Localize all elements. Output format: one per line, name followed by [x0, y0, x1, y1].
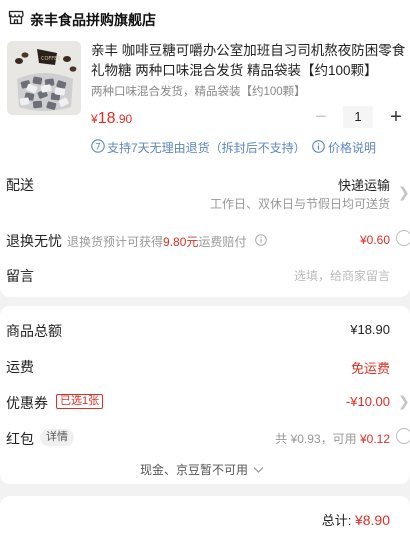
product-image[interactable]: COFFEE	[7, 41, 81, 115]
goods-total-label: 商品总额	[6, 323, 62, 339]
red-packet-label: 红包	[6, 431, 34, 447]
product-title[interactable]: 亲丰 咖啡豆糖可嚼办公室加班自习司机熬夜防困零食礼物糖 两种口味混合发货 精品袋…	[91, 41, 407, 81]
chevron-down-icon	[253, 467, 264, 473]
delivery-label: 配送	[6, 177, 34, 193]
red-packet-detail-button[interactable]: 详情	[40, 429, 74, 446]
coupon-value[interactable]: -¥10.00	[346, 394, 390, 409]
order-total-value: ¥8.90	[354, 512, 390, 528]
seven-day-return-icon-label: 7	[95, 142, 101, 152]
info-icon	[312, 140, 325, 153]
message-label: 留言	[6, 268, 34, 284]
product-spec[interactable]: 两种口味混合发货，精品袋装【约100颗】	[91, 83, 306, 99]
seven-day-return-icon: 7	[91, 139, 105, 153]
red-packet-info: 共 ¥0.93，可用 ¥0.12	[275, 430, 390, 447]
return-desc-amount: 9.80元	[163, 235, 199, 249]
order-total: 总计: ¥8.90	[322, 510, 390, 529]
quantity-input[interactable]: 1	[343, 106, 373, 128]
order-total-card: 总计: ¥8.90	[0, 496, 410, 543]
coupon-selected-badge[interactable]: 已选1张	[56, 394, 104, 409]
order-total-label: 总计:	[321, 513, 352, 528]
coupon-label: 优惠券	[6, 395, 48, 411]
price-integer: 18	[97, 110, 116, 127]
delivery-chevron-icon[interactable]: ❯	[398, 184, 410, 201]
product-price: ¥18.90	[91, 110, 132, 128]
decrease-quantity-button[interactable]: −	[307, 103, 335, 131]
price-explanation-link[interactable]: 价格说明	[328, 139, 376, 156]
return-service-price: ¥0.60	[359, 233, 390, 247]
return-service-checkbox[interactable]	[396, 230, 410, 246]
price-decimal: .90	[115, 112, 133, 126]
return-service-label: 退换无忧	[6, 233, 62, 249]
return-info-icon[interactable]	[255, 234, 267, 246]
goods-total-value: ¥18.90	[350, 322, 390, 337]
return-desc-prefix: 退换货预计可获得	[67, 235, 164, 249]
svg-text:COFFEE: COFFEE	[41, 56, 61, 62]
message-input[interactable]: 选填，给商家留言	[294, 267, 390, 284]
increase-quantity-button[interactable]: +	[382, 103, 410, 131]
delivery-method[interactable]: 快递运输	[338, 175, 390, 194]
unavailable-payment-toggle[interactable]: 现金、京豆暂不可用	[140, 461, 264, 478]
red-packet-usable: ¥0.12	[359, 432, 390, 446]
shipping-value: 免运费	[350, 361, 390, 376]
shipping-label: 运费	[6, 359, 34, 375]
unavailable-payment-text: 现金、京豆暂不可用	[140, 463, 249, 477]
red-packet-checkbox[interactable]	[396, 428, 410, 444]
coupon-chevron-icon[interactable]: ❯	[398, 393, 410, 410]
store-icon	[8, 10, 24, 25]
red-packet-total: 共 ¥0.93，可用	[275, 432, 357, 446]
price-symbol: ¥	[91, 112, 98, 126]
delivery-note[interactable]: 工作日、双休日与节假日均可送货	[210, 195, 390, 212]
shop-name[interactable]: 亲丰食品拼购旗舰店	[30, 10, 156, 30]
quantity-stepper: − 1 +	[307, 103, 410, 131]
order-item-card: 亲丰食品拼购旗舰店 COFFEE 亲丰 咖啡豆糖可嚼办公室加班自习司机熬夜防困零…	[0, 0, 410, 297]
return-policy-text[interactable]: 支持7天无理由退货（拆封后不支持）	[107, 139, 306, 156]
return-desc-suffix: 运费赔付	[198, 235, 247, 249]
order-summary-card: 商品总额 ¥18.90 运费 免运费 优惠券 已选1张 -¥10.00 ❯ 红包…	[0, 306, 410, 484]
return-service-desc: 退换货预计可获得9.80元运费赔付	[67, 233, 246, 250]
